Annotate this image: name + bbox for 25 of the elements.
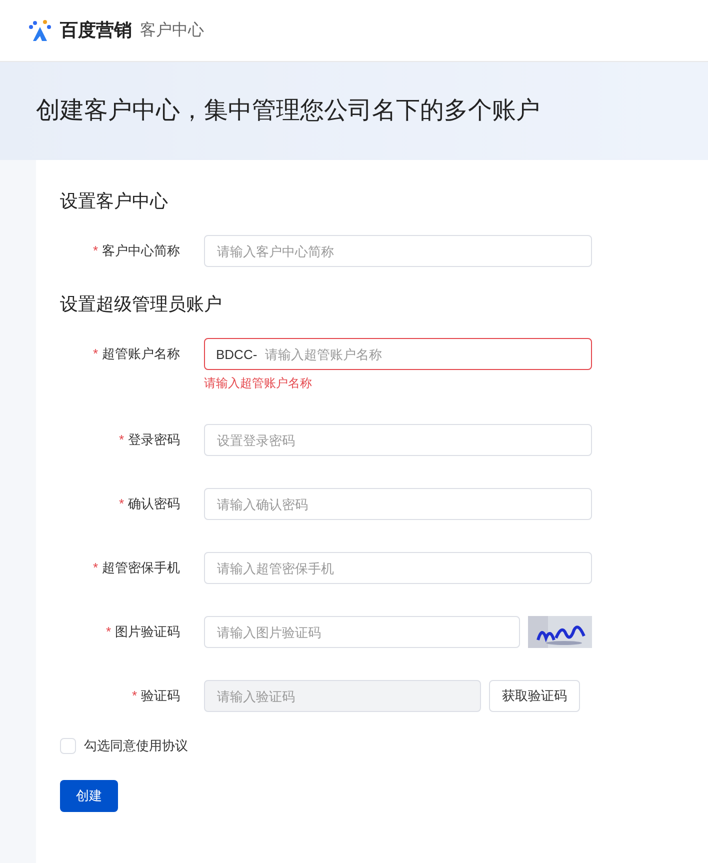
required-mark: * xyxy=(132,687,137,706)
agreement-checkbox[interactable] xyxy=(60,738,76,754)
required-mark: * xyxy=(118,431,124,450)
input-prefix: BDCC- xyxy=(216,346,258,364)
logo-text: 百度营销 xyxy=(60,19,132,42)
field-label: 超管账户名称 xyxy=(102,345,180,364)
required-mark: * xyxy=(92,559,98,578)
field-label: 客户中心简称 xyxy=(102,242,180,260)
create-button[interactable]: 创建 xyxy=(60,780,118,812)
agreement-label: 勾选同意使用协议 xyxy=(84,737,188,755)
required-mark: * xyxy=(118,495,124,514)
field-label: 超管密保手机 xyxy=(102,559,180,578)
required-mark: * xyxy=(92,242,98,260)
section-title: 设置客户中心 xyxy=(60,190,169,213)
error-message: 请输入超管账户名称 xyxy=(204,375,313,392)
field-label: 图片验证码 xyxy=(115,623,180,642)
field-label: 确认密码 xyxy=(128,495,180,514)
field-label: 登录密码 xyxy=(128,431,180,450)
required-mark: * xyxy=(106,623,111,642)
logo-icon xyxy=(28,18,52,42)
field-label: 验证码 xyxy=(141,687,180,706)
section-title: 设置超级管理员账户 xyxy=(60,293,223,316)
banner-title: 创建客户中心，集中管理您公司名下的多个账户 xyxy=(36,96,540,126)
product-name: 客户中心 xyxy=(140,20,204,40)
required-mark: * xyxy=(92,345,98,364)
